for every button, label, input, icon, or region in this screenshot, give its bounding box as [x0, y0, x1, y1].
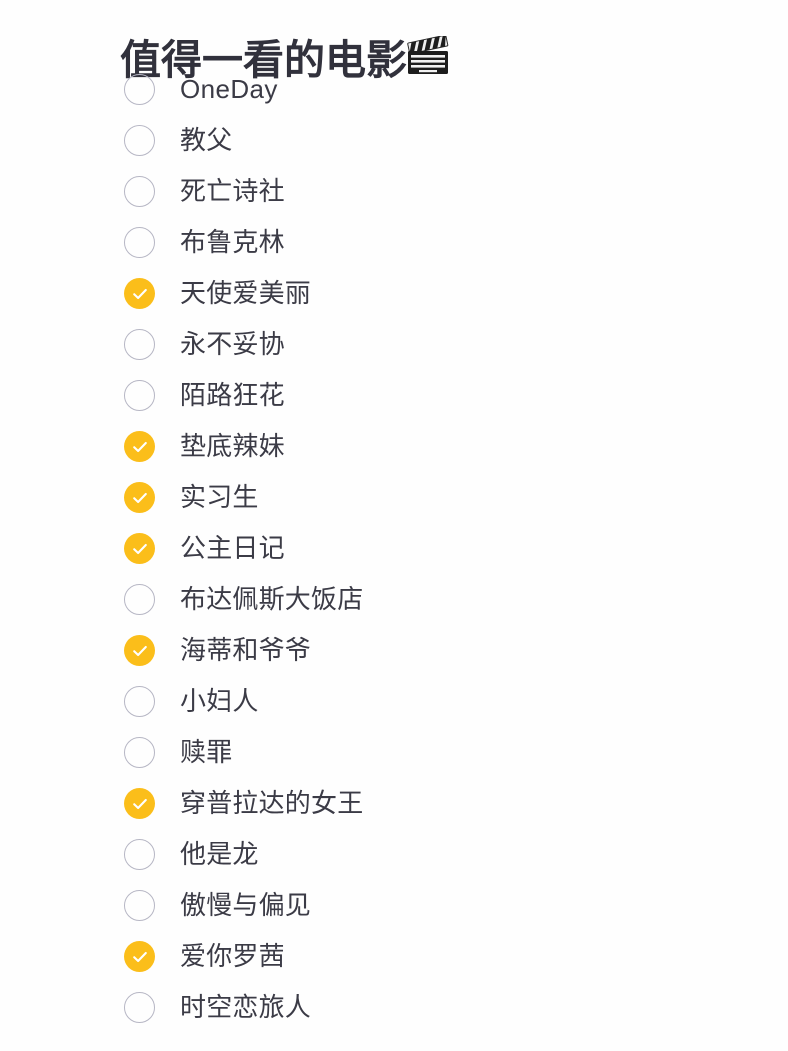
- checkbox-unchecked[interactable]: [124, 74, 155, 105]
- checklist-item-17[interactable]: 爱你罗茜: [0, 931, 788, 982]
- checkbox-unchecked[interactable]: [124, 839, 155, 870]
- checklist-item-label: 小妇人: [180, 686, 259, 716]
- checklist-item-15[interactable]: 他是龙: [0, 829, 788, 880]
- movie-checklist: OneDay 教父 死亡诗社 布鲁克林 天使爱美丽 永不妥协 陌路狂花 垫底辣妹…: [0, 64, 788, 1033]
- checkbox-unchecked[interactable]: [124, 992, 155, 1023]
- checklist-item-11[interactable]: 海蒂和爷爷: [0, 625, 788, 676]
- checklist-item-2[interactable]: 死亡诗社: [0, 166, 788, 217]
- check-mark-icon: [131, 438, 149, 456]
- checklist-item-label: 布鲁克林: [180, 227, 285, 257]
- checkbox-unchecked[interactable]: [124, 227, 155, 258]
- check-mark-icon: [131, 642, 149, 660]
- checkbox-checked[interactable]: [124, 533, 155, 564]
- checkbox-unchecked[interactable]: [124, 329, 155, 360]
- checklist-item-label: 教父: [180, 125, 233, 155]
- checklist-item-label: 他是龙: [180, 839, 259, 869]
- checklist-item-label: 永不妥协: [180, 329, 285, 359]
- checkbox-unchecked[interactable]: [124, 380, 155, 411]
- checklist-item-3[interactable]: 布鲁克林: [0, 217, 788, 268]
- checkbox-checked[interactable]: [124, 941, 155, 972]
- checkbox-unchecked[interactable]: [124, 890, 155, 921]
- check-mark-icon: [131, 489, 149, 507]
- checklist-item-label: 布达佩斯大饭店: [180, 584, 364, 614]
- checklist-item-label: 死亡诗社: [180, 176, 285, 206]
- checklist-item-label: 陌路狂花: [180, 380, 285, 410]
- checklist-item-4[interactable]: 天使爱美丽: [0, 268, 788, 319]
- checkbox-unchecked[interactable]: [124, 584, 155, 615]
- checklist-item-label: 海蒂和爷爷: [180, 635, 312, 665]
- checkbox-unchecked[interactable]: [124, 737, 155, 768]
- checklist-item-9[interactable]: 公主日记: [0, 523, 788, 574]
- checklist-item-0[interactable]: OneDay: [0, 64, 788, 115]
- checklist-item-label: 时空恋旅人: [180, 992, 312, 1022]
- checklist-item-8[interactable]: 实习生: [0, 472, 788, 523]
- checklist-item-label: 傲慢与偏见: [180, 890, 312, 920]
- checkbox-checked[interactable]: [124, 431, 155, 462]
- checklist-item-label: 实习生: [180, 482, 259, 512]
- check-mark-icon: [131, 285, 149, 303]
- check-mark-icon: [131, 540, 149, 558]
- note-page: 值得一看的电影 OneDay 教父 死亡诗社 布鲁克林 天使爱美丽 永不妥协 陌…: [0, 0, 788, 1051]
- checklist-item-label: 赎罪: [180, 737, 233, 767]
- checkbox-unchecked[interactable]: [124, 125, 155, 156]
- checklist-item-label: 垫底辣妹: [180, 431, 285, 461]
- checklist-item-16[interactable]: 傲慢与偏见: [0, 880, 788, 931]
- checklist-item-14[interactable]: 穿普拉达的女王: [0, 778, 788, 829]
- checklist-item-6[interactable]: 陌路狂花: [0, 370, 788, 421]
- checklist-item-10[interactable]: 布达佩斯大饭店: [0, 574, 788, 625]
- checkbox-unchecked[interactable]: [124, 176, 155, 207]
- checklist-item-label: OneDay: [180, 74, 278, 104]
- checklist-item-1[interactable]: 教父: [0, 115, 788, 166]
- check-mark-icon: [131, 795, 149, 813]
- checkbox-checked[interactable]: [124, 482, 155, 513]
- checkbox-checked[interactable]: [124, 788, 155, 819]
- checklist-item-label: 爱你罗茜: [180, 941, 285, 971]
- checkbox-unchecked[interactable]: [124, 686, 155, 717]
- checklist-item-5[interactable]: 永不妥协: [0, 319, 788, 370]
- checklist-item-12[interactable]: 小妇人: [0, 676, 788, 727]
- checklist-item-7[interactable]: 垫底辣妹: [0, 421, 788, 472]
- checklist-item-label: 公主日记: [180, 533, 285, 563]
- checklist-item-label: 天使爱美丽: [180, 278, 312, 308]
- checklist-item-18[interactable]: 时空恋旅人: [0, 982, 788, 1033]
- checkbox-checked[interactable]: [124, 278, 155, 309]
- checklist-item-13[interactable]: 赎罪: [0, 727, 788, 778]
- checkbox-checked[interactable]: [124, 635, 155, 666]
- checklist-item-label: 穿普拉达的女王: [180, 788, 364, 818]
- check-mark-icon: [131, 948, 149, 966]
